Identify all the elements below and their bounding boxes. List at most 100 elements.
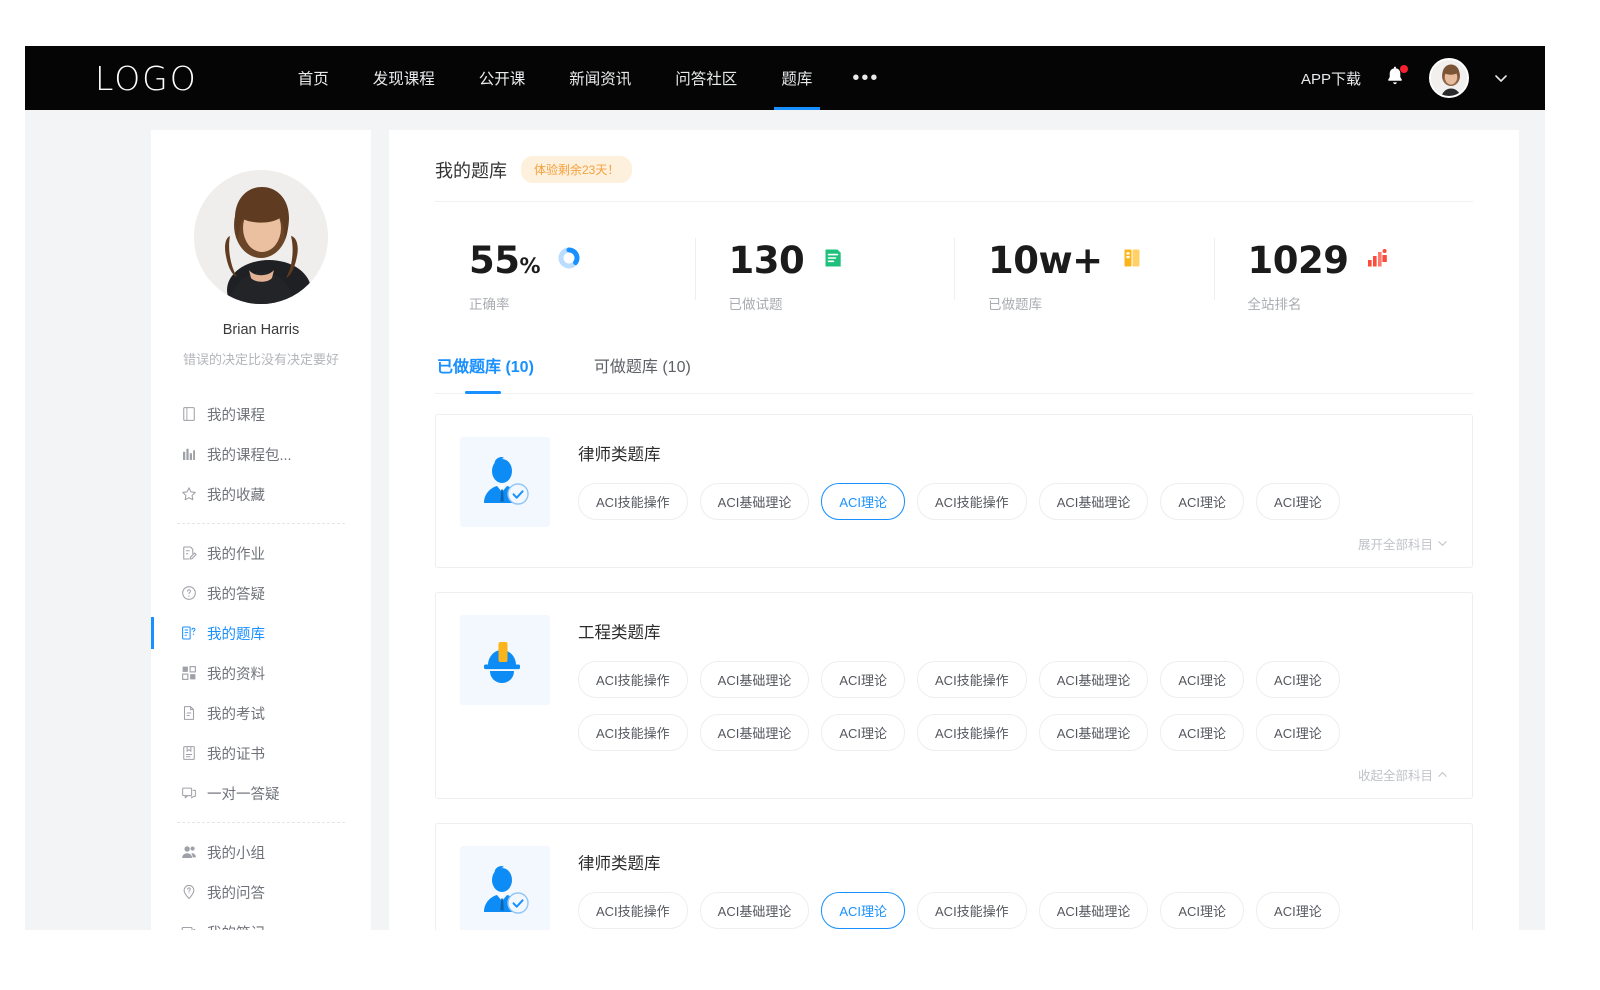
notifications-button[interactable] — [1383, 65, 1407, 91]
subject-tag[interactable]: ACI理论 — [1256, 483, 1340, 520]
certificate-icon — [180, 744, 198, 762]
qa-pin-icon — [180, 883, 198, 901]
subject-tag[interactable]: ACI技能操作 — [917, 892, 1027, 929]
stat-card-0: 55%正确率 — [435, 224, 695, 327]
sidebar-item-14[interactable]: 我的笔记 — [151, 912, 371, 930]
subject-tag[interactable]: ACI基础理论 — [700, 483, 810, 520]
sidebar-item-label: 我的收藏 — [207, 484, 265, 505]
question-bank-card[interactable]: 律师类题库 ACI技能操作 ACI基础理论 ACI理论 ACI技能操作 ACI基础理论 AC… — [435, 823, 1473, 930]
tab-0[interactable]: 已做题库 (10) — [435, 343, 536, 393]
subject-tag[interactable]: ACI理论 — [1256, 892, 1340, 929]
question-bank-list: 律师类题库ACI技能操作ACI基础理论ACI理论ACI技能操作ACI基础理论AC… — [435, 414, 1473, 930]
subject-tag[interactable]: ACI基础理论 — [700, 892, 810, 929]
main-nav: 首页发现课程公开课新闻资讯问答社区题库 — [276, 46, 835, 110]
sidebar-item-8[interactable]: 我的考试 — [151, 693, 371, 733]
subject-tag[interactable]: ACI基础理论 — [700, 714, 810, 751]
subject-tag[interactable]: ACI理论 — [1160, 661, 1244, 698]
stat-value-number: 130 — [729, 239, 805, 282]
hardhat-icon — [476, 631, 534, 689]
expand-subjects-label: 收起全部科目 — [1358, 765, 1433, 784]
subject-tag[interactable]: ACI技能操作 — [578, 714, 688, 751]
chevron-up-icon — [1437, 769, 1448, 780]
nav-more-button[interactable]: ••• — [834, 68, 897, 88]
subject-tag[interactable]: ACI技能操作 — [917, 661, 1027, 698]
nav-link-1[interactable]: 发现课程 — [351, 46, 457, 110]
chevron-down-icon — [1437, 538, 1448, 549]
subject-tag[interactable]: ACI基础理论 — [1039, 483, 1149, 520]
stat-card-2: 10w+已做题库 — [954, 224, 1214, 327]
expand-subjects-link[interactable]: 收起全部科目 — [1358, 765, 1448, 784]
subject-tag[interactable]: ACI理论 — [1256, 714, 1340, 751]
subject-tag[interactable]: ACI基础理论 — [1039, 661, 1149, 698]
subject-tag[interactable]: ACI理论 — [821, 714, 905, 751]
question-bank-card[interactable]: 工程类题库ACI技能操作ACI基础理论ACI理论ACI技能操作ACI基础理论AC… — [435, 592, 1473, 799]
question-bank-icon — [180, 624, 198, 642]
nav-link-4[interactable]: 问答社区 — [653, 46, 759, 110]
stat-value: 1029 — [1248, 242, 1349, 279]
sidebar-item-1[interactable]: 我的课程包... — [151, 434, 371, 474]
site-logo[interactable]: LOGO — [95, 59, 198, 98]
subject-tag[interactable]: ACI理论 — [821, 892, 905, 929]
subject-tag[interactable]: ACI理论 — [1256, 661, 1340, 698]
nav-link-3[interactable]: 新闻资讯 — [547, 46, 653, 110]
materials-icon — [180, 664, 198, 682]
subject-tag[interactable]: ACI技能操作 — [578, 483, 688, 520]
user-avatar[interactable] — [1429, 58, 1469, 98]
question-circle-icon — [180, 584, 198, 602]
stat-value-number: 1029 — [1248, 239, 1349, 282]
sidebar-divider — [177, 523, 345, 524]
stat-top: 10w+ — [988, 242, 1214, 279]
subject-tag[interactable]: ACI理论 — [821, 661, 905, 698]
tag-row: ACI技能操作 ACI基础理论 ACI理论 ACI技能操作 ACI基础理论 ACI理论 AC… — [578, 483, 1448, 520]
subject-tag[interactable]: ACI技能操作 — [917, 714, 1027, 751]
card-footer: 收起全部科目 — [578, 765, 1448, 784]
stat-card-1: 130已做试题 — [695, 224, 955, 327]
tag-row: ACI技能操作 ACI基础理论 ACI理论 ACI技能操作 ACI基础理论 ACI理论 AC… — [578, 714, 1448, 751]
stat-label: 正确率 — [469, 293, 695, 313]
sidebar-item-7[interactable]: 我的资料 — [151, 653, 371, 693]
tab-1[interactable]: 可做题库 (10) — [592, 343, 693, 393]
app-download-link[interactable]: APP下载 — [1301, 68, 1361, 89]
stat-value-number: 10w+ — [988, 239, 1103, 282]
card-title: 律师类题库 — [578, 850, 1448, 874]
sidebar-item-6[interactable]: 我的题库 — [151, 613, 371, 653]
card-thumbnail — [460, 615, 550, 705]
sidebar-item-9[interactable]: 我的证书 — [151, 733, 371, 773]
subject-tag[interactable]: ACI理论 — [1160, 714, 1244, 751]
notification-badge-dot — [1400, 65, 1408, 73]
sidebar-item-10[interactable]: 一对一答疑 — [151, 773, 371, 813]
sidebar-item-12[interactable]: 我的小组 — [151, 832, 371, 872]
lawyer-verified-icon — [476, 862, 534, 920]
nav-link-2[interactable]: 公开课 — [457, 46, 548, 110]
subject-tag[interactable]: ACI理论 — [1160, 892, 1244, 929]
group-icon — [180, 843, 198, 861]
user-menu-chevron-down-icon[interactable] — [1491, 68, 1511, 88]
sidebar-item-4[interactable]: 我的作业 — [151, 533, 371, 573]
sidebar-item-label: 我的作业 — [207, 543, 265, 564]
rank-chart-icon — [1365, 246, 1389, 275]
card-body: 工程类题库ACI技能操作ACI基础理论ACI理论ACI技能操作ACI基础理论AC… — [578, 615, 1448, 784]
question-bank-card[interactable]: 律师类题库ACI技能操作ACI基础理论ACI理论ACI技能操作ACI基础理论AC… — [435, 414, 1473, 568]
nav-link-5[interactable]: 题库 — [759, 46, 834, 110]
sidebar-item-label: 我的证书 — [207, 743, 265, 764]
sidebar-item-5[interactable]: 我的答疑 — [151, 573, 371, 613]
subject-tag[interactable]: ACI基础理论 — [700, 661, 810, 698]
page-header: 我的题库 体验剩余23天！ — [435, 156, 1473, 202]
note-icon — [180, 923, 198, 930]
sidebar-item-2[interactable]: 我的收藏 — [151, 474, 371, 514]
main-content: 我的题库 体验剩余23天！ 55%正确率130已做试题10w+已做题库1029全… — [389, 130, 1519, 930]
subject-tag[interactable]: ACI技能操作 — [917, 483, 1027, 520]
subject-tag[interactable]: ACI技能操作 — [578, 661, 688, 698]
lawyer-verified-icon — [476, 453, 534, 511]
subject-tag[interactable]: ACI理论 — [821, 483, 905, 520]
sidebar-item-label: 我的资料 — [207, 663, 265, 684]
subject-tag[interactable]: ACI基础理论 — [1039, 714, 1149, 751]
sidebar-item-label: 一对一答疑 — [207, 783, 280, 804]
subject-tag[interactable]: ACI基础理论 — [1039, 892, 1149, 929]
sidebar-item-0[interactable]: 我的课程 — [151, 394, 371, 434]
subject-tag[interactable]: ACI技能操作 — [578, 892, 688, 929]
subject-tag[interactable]: ACI理论 — [1160, 483, 1244, 520]
expand-subjects-link[interactable]: 展开全部科目 — [1358, 534, 1448, 553]
nav-link-0[interactable]: 首页 — [276, 46, 351, 110]
sidebar-item-13[interactable]: 我的问答 — [151, 872, 371, 912]
